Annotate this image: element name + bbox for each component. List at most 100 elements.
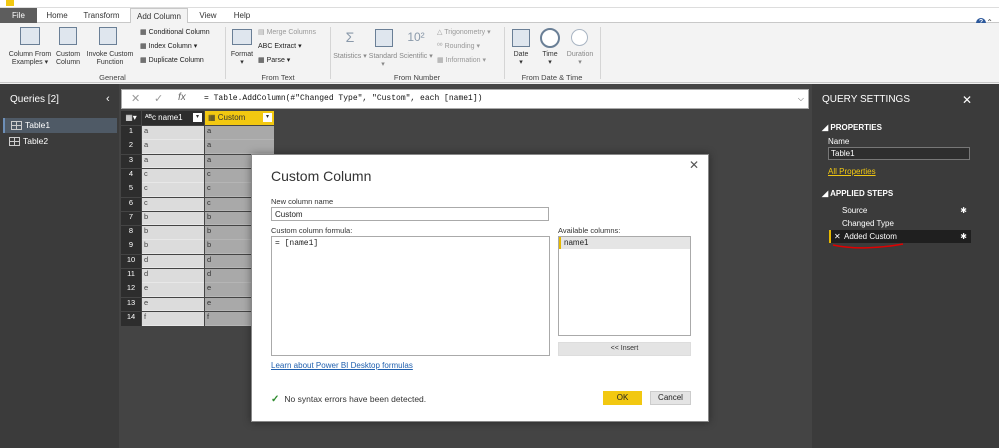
information-button[interactable]: ▦ Information ▾ (437, 56, 486, 65)
time-button[interactable]: Time ▾ (536, 51, 564, 67)
name1-cell[interactable]: c (142, 197, 204, 212)
format-button[interactable]: Format ▾ (226, 51, 258, 67)
name1-cell[interactable]: f (142, 311, 204, 326)
filter-dropdown-icon[interactable]: ▾ (263, 113, 272, 122)
cancel-formula-icon[interactable]: ✕ (131, 92, 140, 105)
name1-cell[interactable]: a (142, 126, 204, 140)
formula-bar[interactable]: ✕ ✓ fx = Table.AddColumn(#"Changed Type"… (121, 89, 809, 109)
tab-add-column[interactable]: Add Column (130, 8, 188, 24)
expand-formula-icon[interactable]: ⌵ (798, 94, 804, 104)
custom-cell[interactable]: a (205, 126, 274, 140)
learn-formulas-link[interactable]: Learn about Power BI Desktop formulas (271, 361, 413, 370)
name1-cell[interactable]: a (142, 140, 204, 154)
duration-icon (571, 29, 588, 46)
custom-formula-editor[interactable]: = [name1] (271, 236, 550, 356)
row-number[interactable]: 10 (121, 254, 141, 269)
collapse-chevron-icon[interactable]: ‹ (106, 93, 110, 105)
step-changed-type[interactable]: Changed Type (829, 217, 971, 230)
custom-cell[interactable]: a (205, 140, 274, 154)
standard-button[interactable]: Standard ▾ (367, 53, 399, 69)
custom-column-button[interactable]: Custom Column (52, 51, 84, 67)
rounding-button[interactable]: ⁰⁰ Rounding ▾ (437, 42, 480, 51)
query-item-table1[interactable]: Table1 (3, 118, 117, 133)
step-label: Source (842, 206, 868, 215)
commit-formula-icon[interactable]: ✓ (154, 92, 163, 105)
name1-cell[interactable]: b (142, 240, 204, 255)
row-number[interactable]: 9 (121, 240, 141, 255)
parse-button[interactable]: ▦ Parse ▾ (258, 56, 290, 65)
name1-cell[interactable]: c (142, 168, 204, 183)
tab-view[interactable]: View (193, 8, 223, 23)
extract-button[interactable]: ABC Extract ▾ (258, 42, 302, 51)
formula-text[interactable]: = Table.AddColumn(#"Changed Type", "Cust… (204, 94, 482, 103)
queries-pane: Queries [2] ‹ Table1 Table2 (0, 84, 119, 448)
conditional-column-button[interactable]: ▦ Conditional Column (140, 28, 210, 37)
filter-dropdown-icon[interactable]: ▾ (193, 113, 202, 122)
row-number[interactable]: 13 (121, 297, 141, 312)
table-icon (9, 137, 20, 146)
column-header-custom[interactable]: ▦ Custom ▾ (205, 111, 274, 125)
statistics-button[interactable]: Statistics ▾ (333, 53, 367, 61)
row-number[interactable]: 2 (121, 140, 141, 154)
column-from-examples-button[interactable]: Column From Examples ▾ (4, 51, 56, 67)
column-header-name1[interactable]: ᴬᴮc name1 ▾ (142, 111, 204, 125)
tab-home[interactable]: Home (40, 8, 74, 23)
app-logo-icon (6, 0, 14, 6)
gear-icon[interactable]: ✱ (960, 204, 967, 217)
row-number[interactable]: 3 (121, 154, 141, 169)
name1-cell[interactable]: d (142, 254, 204, 269)
row-number[interactable]: 1 (121, 126, 141, 140)
invoke-custom-function-button[interactable]: Invoke Custom Function (84, 51, 136, 67)
new-column-name-input[interactable]: Custom (271, 207, 549, 221)
name1-cell[interactable]: a (142, 154, 204, 169)
gear-icon[interactable]: ✱ (960, 230, 967, 243)
name1-cell[interactable]: b (142, 211, 204, 226)
name1-cell[interactable]: c (142, 183, 204, 197)
name1-cell[interactable]: e (142, 297, 204, 312)
standard-icon (375, 29, 393, 47)
column-header-label: name1 (158, 113, 183, 122)
table-menu-icon[interactable]: ▦▾ (121, 111, 141, 125)
tab-help[interactable]: Help (228, 8, 256, 23)
divider (330, 27, 331, 79)
trigonometry-button[interactable]: △ Trigonometry ▾ (437, 28, 491, 37)
dialog-close-icon[interactable]: ✕ (689, 158, 699, 172)
scientific-button[interactable]: Scientific ▾ (399, 53, 433, 61)
ok-button[interactable]: OK (603, 391, 642, 405)
status-text: No syntax errors have been detected. (284, 394, 427, 404)
duration-button[interactable]: Duration ▾ (563, 51, 597, 67)
index-column-button[interactable]: ▦ Index Column ▾ (140, 42, 197, 51)
list-item[interactable]: name1 (559, 237, 690, 249)
name1-cell[interactable]: e (142, 283, 204, 297)
available-columns-list[interactable]: name1 (558, 236, 691, 336)
query-name-input[interactable]: Table1 (828, 147, 970, 160)
tab-transform[interactable]: Transform (79, 8, 124, 23)
applied-steps-heading: ◢ APPLIED STEPS (822, 189, 894, 198)
row-number[interactable]: 8 (121, 226, 141, 240)
duplicate-column-button[interactable]: ▦ Duplicate Column (140, 56, 204, 65)
insert-button[interactable]: << Insert (558, 342, 691, 356)
step-source[interactable]: Source ✱ (829, 204, 971, 217)
scientific-icon: 10² (407, 30, 425, 44)
row-number[interactable]: 4 (121, 168, 141, 183)
properties-heading: ◢ PROPERTIES (822, 123, 882, 132)
all-properties-link[interactable]: All Properties (828, 167, 876, 176)
tab-file[interactable]: File (0, 8, 37, 23)
statistics-icon: Σ (345, 29, 355, 45)
row-number[interactable]: 7 (121, 211, 141, 226)
row-number[interactable]: 6 (121, 197, 141, 212)
row-number[interactable]: 12 (121, 283, 141, 297)
name-label: Name (828, 137, 850, 146)
row-number[interactable]: 5 (121, 183, 141, 197)
date-button[interactable]: Date ▾ (507, 51, 535, 67)
close-icon[interactable]: ✕ (962, 93, 972, 107)
row-number[interactable]: 11 (121, 269, 141, 283)
cancel-button[interactable]: Cancel (650, 391, 691, 405)
row-number[interactable]: 14 (121, 311, 141, 326)
name1-cell[interactable]: d (142, 269, 204, 283)
group-from-number-label: From Number (393, 73, 441, 82)
merge-columns-button[interactable]: ▤ Merge Columns (258, 28, 316, 37)
title-strip (0, 0, 999, 8)
name1-cell[interactable]: b (142, 226, 204, 240)
query-item-table2[interactable]: Table2 (3, 134, 117, 149)
